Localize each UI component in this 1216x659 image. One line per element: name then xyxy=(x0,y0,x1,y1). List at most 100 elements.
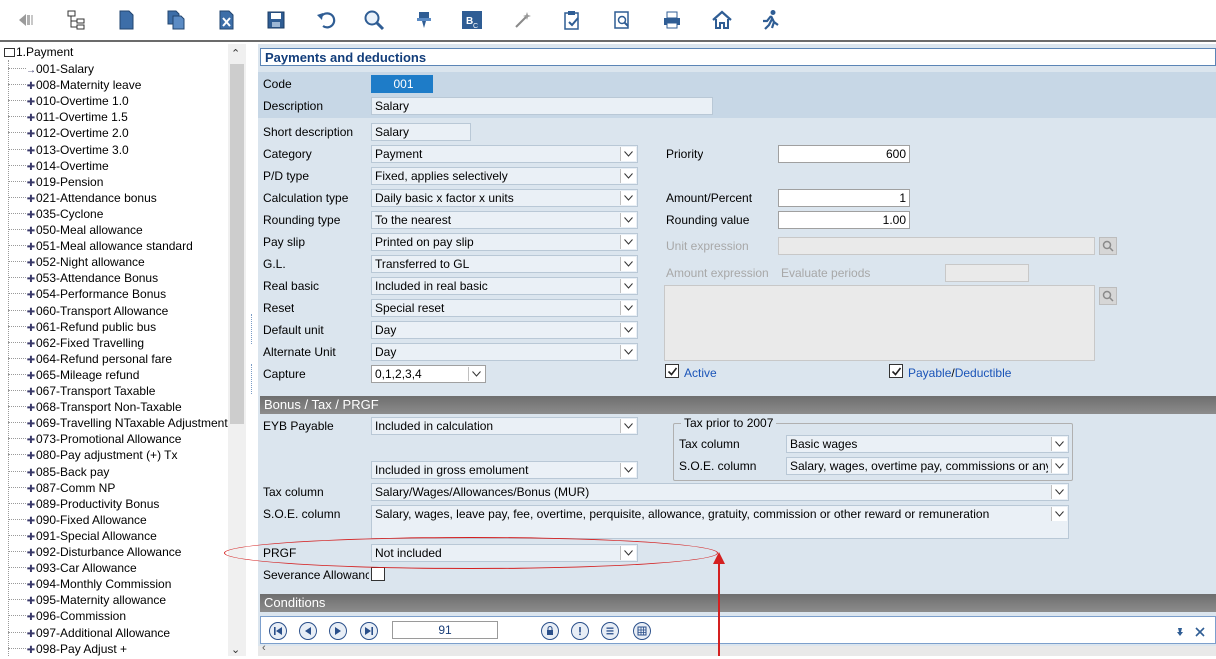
active-checkbox[interactable] xyxy=(665,364,679,378)
description-field[interactable]: Salary xyxy=(371,97,713,115)
tree-item[interactable]: ✚064-Refund personal fare xyxy=(0,351,172,367)
tree-item[interactable]: ✚054-Performance Bonus xyxy=(0,286,166,302)
tree-item[interactable]: →001-Salary xyxy=(0,61,95,77)
soe-column-select[interactable]: Salary, wages, leave pay, fee, overtime,… xyxy=(371,505,1069,539)
record-number-field[interactable]: 91 xyxy=(392,621,498,639)
tree-item[interactable]: ✚093-Car Allowance xyxy=(0,560,137,576)
filter-icon[interactable] xyxy=(410,6,438,34)
chevron-down-icon[interactable] xyxy=(620,169,636,183)
amount-expression-search-icon[interactable] xyxy=(1099,287,1117,305)
delete-document-icon[interactable] xyxy=(212,6,240,34)
chevron-down-icon[interactable] xyxy=(1051,507,1067,521)
tree-item[interactable]: ✚067-Transport Taxable xyxy=(0,383,155,399)
tree-item[interactable]: ✚012-Overtime 2.0 xyxy=(0,125,129,141)
record-alert-button[interactable] xyxy=(571,622,589,640)
short-description-field[interactable]: Salary xyxy=(371,123,471,141)
tree-item[interactable]: ✚080-Pay adjustment (+) Tx xyxy=(0,447,178,463)
scroll-thumb[interactable] xyxy=(230,64,244,424)
tree-icon[interactable] xyxy=(62,6,90,34)
undo-icon[interactable] xyxy=(312,6,340,34)
evaluate-periods-field[interactable] xyxy=(945,264,1029,282)
tree-item[interactable]: ✚013-Overtime 3.0 xyxy=(0,142,129,158)
tree-item[interactable]: ✚096-Commission xyxy=(0,608,126,624)
chevron-down-icon[interactable] xyxy=(620,301,636,315)
gross-emolument-select[interactable]: Included in gross emolument xyxy=(371,461,638,479)
tree-item[interactable]: ✚035-Cyclone xyxy=(0,206,103,222)
tree-item[interactable]: ✚089-Productivity Bonus xyxy=(0,496,159,512)
tree-item[interactable]: ✚052-Night allowance xyxy=(0,254,145,270)
payable-deductible-checkbox[interactable] xyxy=(889,364,903,378)
chevron-down-icon[interactable] xyxy=(620,191,636,205)
scroll-up-icon[interactable]: ⌃ xyxy=(231,47,240,60)
tree-item[interactable]: ✚097-Additional Allowance xyxy=(0,625,170,641)
tree-item[interactable]: ✚085-Back pay xyxy=(0,464,109,480)
record-grid-button[interactable] xyxy=(633,622,651,640)
tree-item[interactable]: ✚087-Comm NP xyxy=(0,480,115,496)
next-record-button[interactable] xyxy=(329,622,347,640)
tree-item[interactable]: ✚069-Travelling NTaxable Adjustment xyxy=(0,415,228,431)
tree-item[interactable]: ✚014-Overtime xyxy=(0,158,109,174)
copy-document-icon[interactable] xyxy=(162,6,190,34)
new-document-icon[interactable] xyxy=(112,6,140,34)
pin-icon[interactable] xyxy=(1175,626,1185,636)
find-record-icon[interactable] xyxy=(608,6,636,34)
tax-prior-soe-select[interactable]: Salary, wages, overtime pay, commissions… xyxy=(786,457,1069,475)
previous-record-button[interactable] xyxy=(299,622,317,640)
chevron-down-icon[interactable] xyxy=(620,419,636,433)
back-icon[interactable] xyxy=(12,6,40,34)
clipboard-icon[interactable] xyxy=(558,6,586,34)
tree-scrollbar[interactable]: ⌃ ⌄ xyxy=(228,44,246,656)
code-field[interactable]: 001 xyxy=(371,75,433,93)
tree-item[interactable]: ✚061-Refund public bus xyxy=(0,319,156,335)
gl-select[interactable]: Transferred to GL xyxy=(371,255,638,273)
chevron-down-icon[interactable] xyxy=(620,279,636,293)
tree-item[interactable]: ✚019-Pension xyxy=(0,174,103,190)
tree-item[interactable]: ✚095-Maternity allowance xyxy=(0,592,166,608)
record-lock-button[interactable] xyxy=(541,622,559,640)
rounding-value-field[interactable]: 1.00 xyxy=(778,211,910,229)
tree-item[interactable]: ✚051-Meal allowance standard xyxy=(0,238,193,254)
chevron-down-icon[interactable] xyxy=(620,213,636,227)
home-icon[interactable] xyxy=(708,6,736,34)
rounding-type-select[interactable]: To the nearest xyxy=(371,211,638,229)
tree-item[interactable]: ✚053-Attendance Bonus xyxy=(0,270,158,286)
record-list-button[interactable] xyxy=(601,622,619,640)
field-bc-icon[interactable]: BC xyxy=(458,6,486,34)
first-record-button[interactable] xyxy=(269,622,287,640)
unit-expression-search-icon[interactable] xyxy=(1099,237,1117,255)
severance-checkbox[interactable] xyxy=(371,567,385,581)
print-icon[interactable] xyxy=(658,6,686,34)
horizontal-scrollbar[interactable]: ‹ xyxy=(258,642,1216,656)
eyb-payable-select[interactable]: Included in calculation xyxy=(371,417,638,435)
tree-item[interactable]: ✚062-Fixed Travelling xyxy=(0,335,144,351)
amount-expression-field[interactable] xyxy=(664,285,1095,361)
unit-expression-field[interactable] xyxy=(778,237,1095,255)
category-select[interactable]: Payment xyxy=(371,145,638,163)
search-icon[interactable] xyxy=(360,6,388,34)
alternate-unit-select[interactable]: Day xyxy=(371,343,638,361)
pay-slip-select[interactable]: Printed on pay slip xyxy=(371,233,638,251)
tree-item[interactable]: ✚010-Overtime 1.0 xyxy=(0,93,129,109)
chevron-down-icon[interactable] xyxy=(620,345,636,359)
chevron-down-icon[interactable] xyxy=(1051,485,1067,499)
tax-prior-column-select[interactable]: Basic wages xyxy=(786,435,1069,453)
splitter[interactable] xyxy=(246,44,258,656)
tree-item[interactable]: ✚073-Promotional Allowance xyxy=(0,431,181,447)
chevron-down-icon[interactable] xyxy=(620,147,636,161)
save-icon[interactable] xyxy=(262,6,290,34)
chevron-down-icon[interactable] xyxy=(1051,437,1067,451)
chevron-down-icon[interactable] xyxy=(1051,459,1067,473)
tree-item[interactable]: ✚098-Pay Adjust + xyxy=(0,641,127,657)
tree-item[interactable]: ✚008-Maternity leave xyxy=(0,77,141,93)
tree-item[interactable]: ✚092-Disturbance Allowance xyxy=(0,544,181,560)
wand-icon[interactable] xyxy=(508,6,536,34)
scroll-left-icon[interactable]: ‹ xyxy=(262,642,266,654)
chevron-down-icon[interactable] xyxy=(468,367,484,381)
amount-percent-field[interactable]: 1 xyxy=(778,189,910,207)
chevron-down-icon[interactable] xyxy=(620,257,636,271)
tree-item[interactable]: ✚011-Overtime 1.5 xyxy=(0,109,128,125)
real-basic-select[interactable]: Included in real basic xyxy=(371,277,638,295)
tree-item[interactable]: ✚068-Transport Non-Taxable xyxy=(0,399,182,415)
calculation-type-select[interactable]: Daily basic x factor x units xyxy=(371,189,638,207)
tree-root[interactable]: 1.Payment xyxy=(4,45,73,60)
